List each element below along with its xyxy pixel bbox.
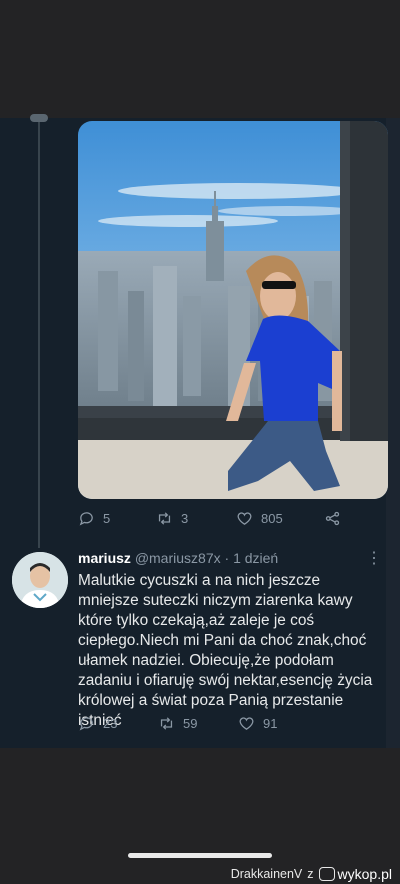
retweet-button[interactable]: 3 — [156, 510, 236, 527]
thread-line — [38, 118, 40, 548]
retweet-icon — [160, 716, 173, 730]
tweet-top-actions: 5 3 805 — [78, 504, 358, 532]
like-count: 805 — [261, 510, 283, 526]
watermark-connector: z — [307, 867, 314, 881]
retweet-count: 59 — [183, 715, 198, 731]
share-icon — [325, 511, 340, 525]
tweet-text: Malutkie cycuszki a na nich jeszcze mnie… — [78, 572, 373, 729]
photo-city-window — [78, 121, 388, 499]
author-handle[interactable]: @mariusz87x — [135, 550, 221, 566]
watermark: DrakkainenV z wykop.pl — [231, 866, 392, 882]
like-count: 91 — [263, 715, 278, 731]
more-options-icon[interactable]: ⋮ — [366, 548, 382, 568]
retweet-count: 3 — [181, 510, 189, 526]
home-indicator[interactable] — [128, 853, 272, 858]
avatar[interactable] — [12, 552, 68, 608]
tweet-reply-actions: 23 59 91 — [78, 709, 358, 737]
retweet-button[interactable]: 59 — [158, 715, 238, 732]
reply-count: 23 — [103, 715, 118, 731]
author-name[interactable]: mariusz — [78, 550, 131, 566]
bottom-blank-area: DrakkainenV z wykop.pl — [0, 748, 400, 884]
like-icon — [239, 716, 254, 730]
reply-button[interactable]: 5 — [78, 510, 156, 527]
twitter-feed[interactable]: 5 3 805 mariusz @mariusz87x · 1 dzień ⋮ … — [0, 114, 400, 748]
reply-count: 5 — [103, 510, 111, 526]
like-button[interactable]: 91 — [238, 715, 277, 732]
like-button[interactable]: 805 — [236, 510, 324, 527]
top-blank-area — [0, 0, 400, 118]
separator: · — [220, 550, 234, 566]
timestamp[interactable]: 1 dzień — [233, 550, 278, 566]
share-button[interactable] — [324, 510, 349, 527]
avatar-image — [12, 552, 68, 608]
reply-button[interactable]: 23 — [78, 715, 158, 732]
reply-icon — [79, 511, 93, 525]
tweet-header: mariusz @mariusz87x · 1 dzień — [78, 550, 278, 566]
retweet-icon — [158, 511, 171, 525]
tweet-photo[interactable] — [78, 121, 388, 499]
watermark-user: DrakkainenV — [230, 867, 303, 881]
wykop-logo-icon — [318, 867, 335, 881]
watermark-site: wykop.pl — [337, 866, 392, 882]
thread-connector — [30, 114, 48, 122]
wykop-logo: wykop.pl — [318, 866, 392, 882]
reply-icon — [79, 716, 93, 730]
like-icon — [237, 511, 252, 525]
right-edge-strip — [386, 118, 400, 748]
